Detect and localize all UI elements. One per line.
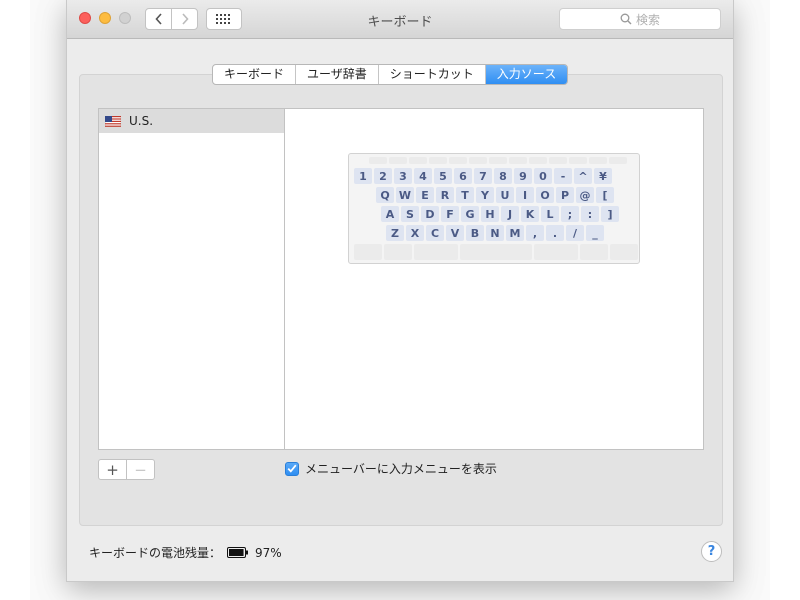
keyboard-key: . (546, 225, 564, 241)
keyboard-key: ^ (574, 168, 592, 184)
input-source-item[interactable]: U.S. (99, 109, 284, 133)
keyboard-key: I (516, 187, 534, 203)
keyboard-key: M (506, 225, 524, 241)
keyboard-preview-pane: 1 2 3 4 5 6 7 8 9 0- ^ ¥ Q W E R T Y U I O P @[ A S D F G H J K L;:] … (285, 108, 704, 450)
keyboard-key: Y (476, 187, 494, 203)
keyboard-key: 5 (434, 168, 452, 184)
add-remove-buttons: + − (98, 459, 155, 480)
keyboard-layout-preview: 1 2 3 4 5 6 7 8 9 0- ^ ¥ Q W E R T Y U I O P @[ A S D F G H J K L;:] … (348, 153, 640, 264)
keyboard-key: 6 (454, 168, 472, 184)
keyboard-key: W (396, 187, 414, 203)
keyboard-key: S (401, 206, 419, 222)
keyboard-key: K (521, 206, 539, 222)
keyboard-key: C (426, 225, 444, 241)
keyboard-key: @ (576, 187, 594, 203)
keyboard-key: 0 (534, 168, 552, 184)
title-bar: キーボード 検索 (67, 0, 733, 39)
show-input-menu-label: メニューバーに入力メニューを表示 (305, 462, 497, 476)
search-field[interactable]: 検索 (559, 8, 721, 30)
tab-bar: キーボード ユーザ辞書 ショートカット 入力ソース (212, 64, 569, 85)
keyboard-key: / (566, 225, 584, 241)
keyboard-key: - (554, 168, 572, 184)
keyboard-key: 7 (474, 168, 492, 184)
keyboard-key: _ (586, 225, 604, 241)
keyboard-key: V (446, 225, 464, 241)
tab-keyboard[interactable]: キーボード (213, 65, 295, 84)
keyboard-key: N (486, 225, 504, 241)
keyboard-key: Z (386, 225, 404, 241)
keyboard-key: U (496, 187, 514, 203)
search-icon (620, 13, 632, 25)
help-button[interactable]: ? (701, 541, 722, 562)
keyboard-key: 1 (354, 168, 372, 184)
keyboard-key: ¥ (594, 168, 612, 184)
keyboard-key: 9 (514, 168, 532, 184)
battery-label: キーボードの電池残量： (89, 546, 222, 560)
keyboard-key: L (541, 206, 559, 222)
keyboard-key: P (556, 187, 574, 203)
keyboard-key: B (466, 225, 484, 241)
battery-icon (227, 547, 249, 558)
input-source-label: U.S. (129, 114, 154, 128)
keyboard-key: ; (561, 206, 579, 222)
input-source-list: U.S. (98, 108, 285, 450)
remove-input-source-button[interactable]: − (126, 460, 154, 479)
add-input-source-button[interactable]: + (99, 460, 126, 479)
keyboard-key: 4 (414, 168, 432, 184)
keyboard-key: X (406, 225, 424, 241)
battery-status: キーボードの電池残量： 97% (89, 544, 282, 561)
tab-shortcuts[interactable]: ショートカット (377, 65, 485, 84)
keyboard-key: 2 (374, 168, 392, 184)
keyboard-key: ] (601, 206, 619, 222)
checkmark-icon (287, 464, 297, 473)
keyboard-key: 3 (394, 168, 412, 184)
show-input-menu-option: メニューバーに入力メニューを表示 (285, 460, 497, 477)
keyboard-key: J (501, 206, 519, 222)
keyboard-key: G (461, 206, 479, 222)
keyboard-key: [ (596, 187, 614, 203)
keyboard-key: 8 (494, 168, 512, 184)
show-input-menu-checkbox[interactable] (285, 461, 299, 476)
keyboard-key: , (526, 225, 544, 241)
us-flag-icon (105, 115, 121, 127)
keyboard-key: E (416, 187, 434, 203)
keyboard-key: T (456, 187, 474, 203)
keyboard-key: H (481, 206, 499, 222)
tab-input-sources[interactable]: 入力ソース (484, 65, 568, 84)
keyboard-key: : (581, 206, 599, 222)
keyboard-key: Q (376, 187, 394, 203)
keyboard-key: F (441, 206, 459, 222)
keyboard-key: A (381, 206, 399, 222)
keyboard-key: D (421, 206, 439, 222)
search-placeholder: 検索 (635, 12, 660, 27)
keyboard-key: R (436, 187, 454, 203)
keyboard-key: O (536, 187, 554, 203)
battery-percent: 97% (255, 545, 282, 560)
tab-user-dictionary[interactable]: ユーザ辞書 (295, 65, 378, 84)
system-preferences-window: キーボード 検索 キーボード ユーザ辞書 ショートカット 入力ソース U.S. (66, 0, 734, 582)
